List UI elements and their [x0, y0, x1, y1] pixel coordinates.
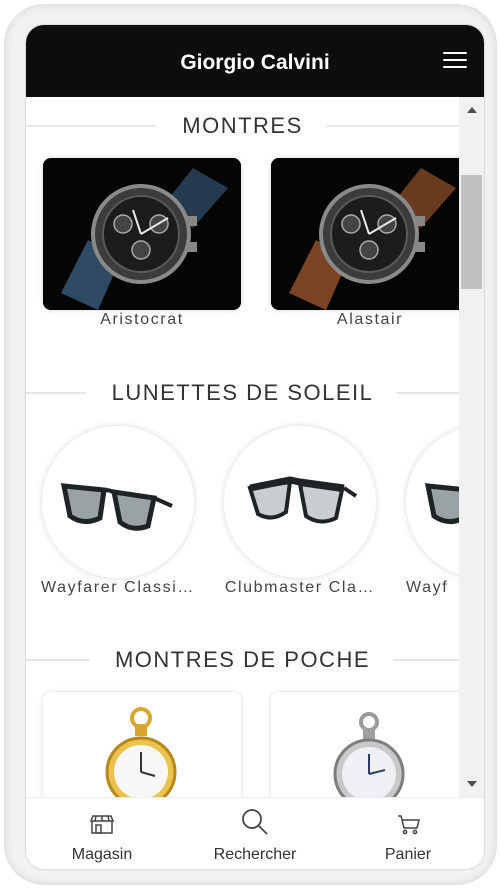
scroll-down-arrow-icon[interactable]	[467, 781, 477, 787]
app-header: Giorgio Calvini	[26, 25, 484, 97]
vertical-scrollbar[interactable]	[459, 97, 484, 797]
product-label: Wayfarer Classi…	[41, 579, 195, 596]
section-title-lunettes: LUNETTES DE SOLEIL	[26, 378, 459, 408]
cart-icon	[398, 815, 420, 835]
scroll-content[interactable]: MONTRES Aristocrat Alastair LUNETTES DE …	[26, 97, 459, 797]
product-label: Wayf	[406, 579, 449, 596]
product-card-pocket-watch-silver[interactable]	[271, 692, 459, 797]
tab-label: Rechercher	[213, 846, 297, 863]
sunglasses-image	[60, 483, 173, 531]
section-title-montres-de-poche: MONTRES DE POCHE	[26, 645, 459, 675]
product-card-clubmaster[interactable]	[224, 426, 376, 578]
section-title-montres: MONTRES	[26, 111, 459, 141]
sunglasses-image	[424, 483, 459, 524]
watch-image	[271, 158, 459, 310]
bottom-tab-bar: Magasin Rechercher Panier	[26, 797, 484, 869]
product-label: Alastair	[336, 311, 404, 328]
watch-image	[43, 158, 241, 310]
tab-label: Panier	[384, 846, 432, 863]
product-card-aristocrat[interactable]	[43, 158, 241, 310]
pocket-watch-image	[333, 712, 405, 797]
product-card-wayfarer-2[interactable]	[406, 426, 459, 578]
hamburger-menu-icon[interactable]	[443, 50, 467, 70]
product-label: Aristocrat	[100, 311, 184, 328]
tab-label: Magasin	[71, 846, 133, 863]
tab-panier[interactable]: Panier	[332, 798, 484, 869]
search-icon	[242, 809, 268, 835]
product-label: Clubmaster Cla…	[224, 579, 376, 596]
product-card-alastair[interactable]	[271, 158, 459, 310]
brand-title: Giorgio Calvini	[180, 51, 330, 74]
app-screen: Giorgio Calvini MONTRES Aristocrat Alast…	[26, 25, 484, 869]
pocket-watch-image	[105, 707, 177, 797]
scrollbar-thumb[interactable]	[461, 175, 482, 289]
tab-rechercher[interactable]: Rechercher	[179, 798, 331, 869]
scroll-up-arrow-icon[interactable]	[467, 107, 477, 113]
tab-magasin[interactable]: Magasin	[26, 798, 178, 869]
store-icon	[89, 815, 115, 834]
product-card-pocket-watch-gold[interactable]	[43, 692, 241, 797]
sunglasses-image	[247, 476, 358, 524]
device-frame: Giorgio Calvini MONTRES Aristocrat Alast…	[4, 4, 497, 885]
product-card-wayfarer[interactable]	[42, 426, 194, 578]
